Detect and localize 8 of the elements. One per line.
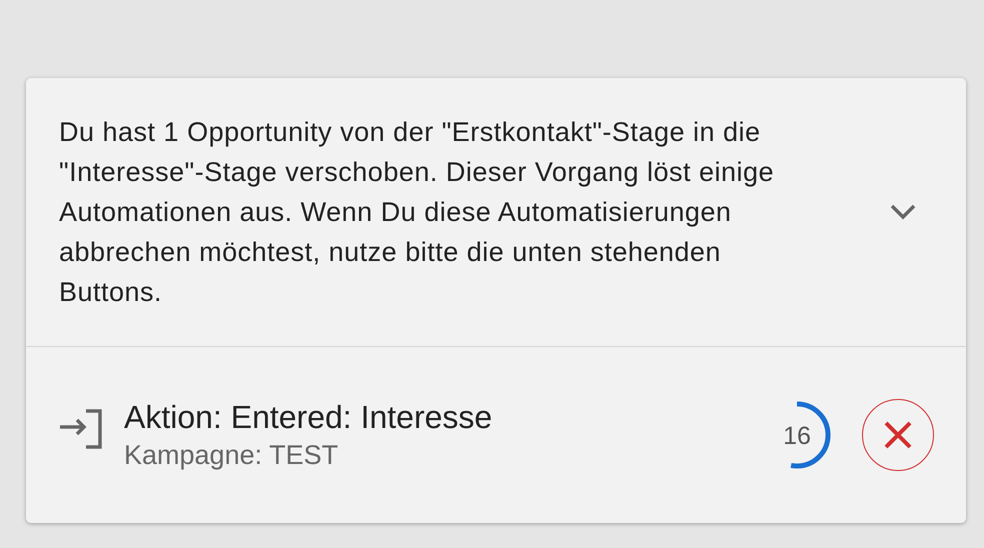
cancel-button[interactable] [862,399,934,471]
chevron-icon[interactable] [890,204,916,220]
action-title: Aktion: Entered: Interesse [124,399,494,436]
action-subtitle: Kampagne: TEST [124,440,340,471]
close-icon [882,419,914,451]
countdown-number: 16 [783,422,811,451]
notice-message: Du hast 1 Opportunity von der "Erstkontakt"-Stage in die "Interesse"-Stage verschoben. Dieser Vorgang löst einige Automationen aus. Wenn Du diese Automatisierungen abbrechen möchtest, nutze bitte die unten stehenden Buttons. [59,116,776,309]
enter-icon [60,409,102,449]
